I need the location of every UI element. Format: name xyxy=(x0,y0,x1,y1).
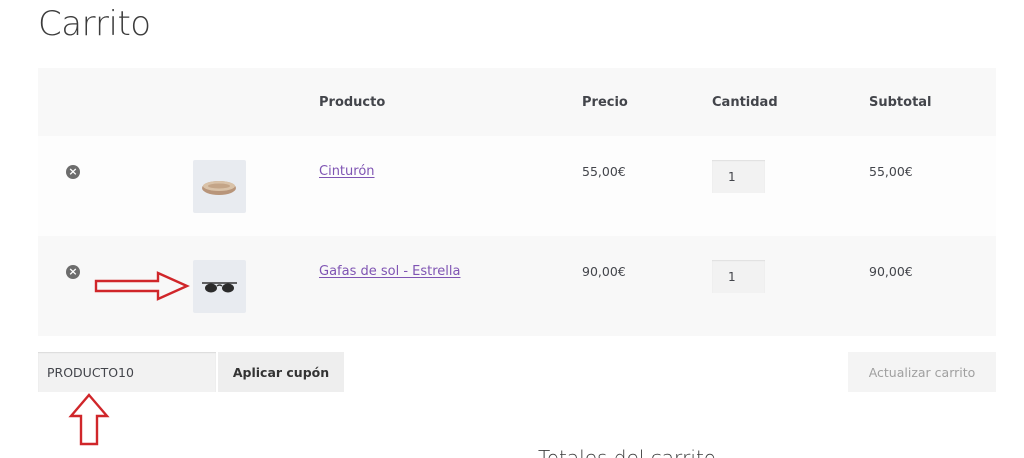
sunglasses-thumbnail[interactable] xyxy=(193,260,246,313)
product-subtotal: 90,00€ xyxy=(869,264,913,279)
remove-item-icon[interactable]: × xyxy=(66,165,80,179)
header-quantity: Cantidad xyxy=(712,95,778,110)
annotation-arrow-up-icon xyxy=(68,393,110,446)
product-subtotal: 55,00€ xyxy=(869,164,913,179)
header-price: Precio xyxy=(582,95,628,110)
cart-totals-title: Totales del carrito xyxy=(538,446,717,458)
update-cart-button[interactable]: Actualizar carrito xyxy=(848,352,996,392)
page-title: Carrito xyxy=(38,4,151,44)
header-subtotal: Subtotal xyxy=(869,95,932,110)
quantity-input[interactable] xyxy=(712,160,765,193)
apply-coupon-button[interactable]: Aplicar cupón xyxy=(218,352,344,392)
belt-thumbnail[interactable] xyxy=(193,160,246,213)
header-product: Producto xyxy=(319,95,386,110)
product-price: 90,00€ xyxy=(582,264,626,279)
coupon-code-input[interactable] xyxy=(38,352,216,392)
quantity-input[interactable] xyxy=(712,260,765,293)
remove-item-icon[interactable]: × xyxy=(66,265,80,279)
table-row: × Cinturón 55,00€ 55,00€ xyxy=(38,136,996,236)
product-link[interactable]: Cinturón xyxy=(319,164,375,179)
product-link[interactable]: Gafas de sol - Estrella xyxy=(319,264,461,279)
annotation-arrow-right-icon xyxy=(94,271,190,301)
table-header: Producto Precio Cantidad Subtotal xyxy=(38,68,996,136)
product-price: 55,00€ xyxy=(582,164,626,179)
